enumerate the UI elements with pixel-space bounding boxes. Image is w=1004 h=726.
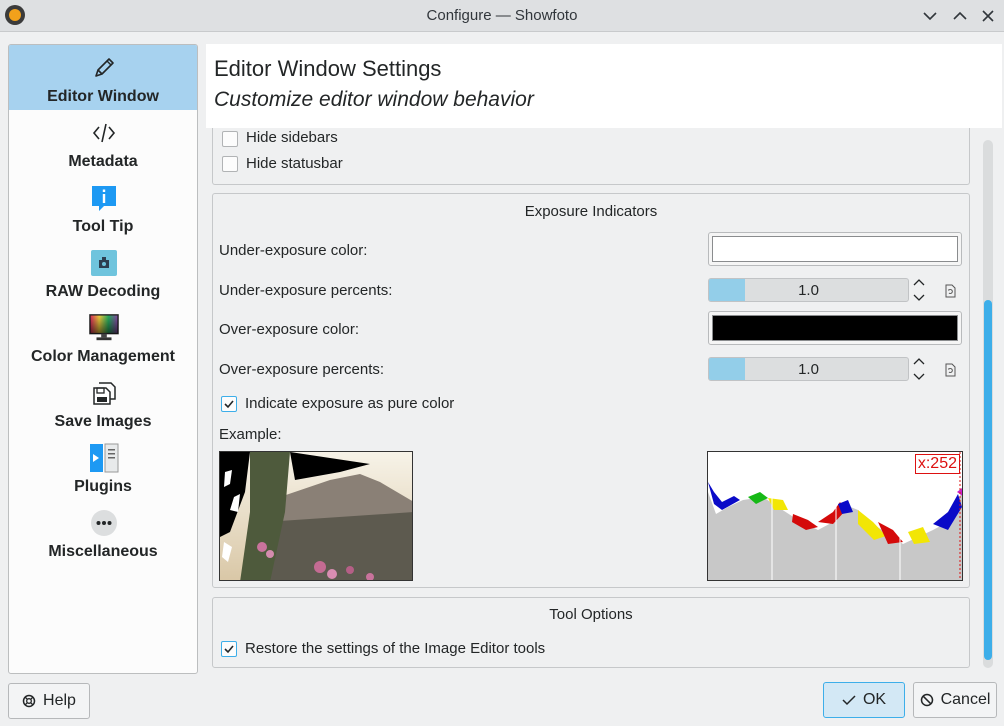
over-exposure-color-button[interactable] xyxy=(708,311,962,345)
sidebar-item-miscellaneous[interactable]: Miscellaneous xyxy=(9,500,197,565)
checkbox-label: Indicate exposure as pure color xyxy=(245,395,455,412)
checkbox-label: Restore the settings of the Image Editor… xyxy=(245,640,546,657)
plugins-icon xyxy=(89,443,119,473)
cancel-icon xyxy=(920,693,934,707)
sidebar-item-plugins[interactable]: Plugins xyxy=(9,435,197,500)
sidebar-item-label: RAW Decoding xyxy=(45,283,161,300)
page-header: Editor Window Settings Customize editor … xyxy=(206,44,1002,128)
pure-color-checkbox[interactable]: Indicate exposure as pure color xyxy=(221,395,454,412)
over-exposure-percents-label: Over-exposure percents: xyxy=(219,361,385,378)
histogram-marker: x:252 xyxy=(914,454,960,474)
restore-settings-checkbox[interactable]: Restore the settings of the Image Editor… xyxy=(221,640,545,657)
ok-button[interactable]: OK xyxy=(823,682,905,718)
window-title: Configure — Showfoto xyxy=(426,7,578,24)
tool-options-group: Tool Options xyxy=(212,597,970,668)
save-images-icon xyxy=(89,378,119,408)
slider-value: 1.0 xyxy=(798,361,819,378)
ok-button-label: OK xyxy=(862,691,887,708)
sidebar-item-label: Plugins xyxy=(74,478,132,495)
layout-group: Hide sidebars Hide statusbar xyxy=(212,128,970,185)
chevron-down-icon[interactable] xyxy=(918,4,942,28)
vertical-scrollbar[interactable] xyxy=(983,140,993,668)
checkbox-box[interactable] xyxy=(222,155,238,172)
hide-statusbar-checkbox[interactable]: Hide statusbar xyxy=(222,155,343,172)
page-subtitle: Customize editor window behavior xyxy=(214,88,534,111)
sidebar-item-label: Metadata xyxy=(68,153,138,170)
checkbox-box[interactable] xyxy=(222,131,238,147)
spin-arrows-icon[interactable] xyxy=(912,356,926,382)
sidebar-item-label: Tool Tip xyxy=(72,218,134,235)
pencil-icon xyxy=(89,53,119,83)
checkbox-label: Hide statusbar xyxy=(246,155,343,172)
sidebar-item-tool-tip[interactable]: Tool Tip xyxy=(9,175,197,240)
raw-camera-icon xyxy=(89,248,119,278)
group-title: Exposure Indicators xyxy=(524,203,658,220)
page-title: Editor Window Settings xyxy=(214,56,442,81)
color-swatch xyxy=(712,315,958,341)
sidebar-item-color-management[interactable]: Color Management xyxy=(9,305,197,370)
sidebar-item-metadata[interactable]: Metadata xyxy=(9,110,197,175)
under-exposure-color-button[interactable] xyxy=(708,232,962,266)
over-exposure-color-label: Over-exposure color: xyxy=(219,321,360,338)
slider-value: 1.0 xyxy=(798,282,819,299)
checkmark-icon xyxy=(842,694,856,706)
example-label: Example: xyxy=(219,426,282,443)
more-icon xyxy=(89,508,119,538)
color-swatch xyxy=(712,236,958,262)
cancel-button-label: Cancel xyxy=(940,691,991,708)
info-icon xyxy=(89,183,119,213)
sidebar-item-label: Color Management xyxy=(30,348,175,365)
reset-icon[interactable] xyxy=(943,363,957,377)
hide-sidebars-checkbox[interactable]: Hide sidebars xyxy=(222,131,338,147)
code-icon xyxy=(89,118,119,148)
sidebar-item-label: Miscellaneous xyxy=(48,543,158,560)
monitor-color-icon xyxy=(89,313,119,343)
sidebar-item-label: Save Images xyxy=(54,413,152,430)
over-exposure-percent-slider[interactable]: 1.0 xyxy=(708,357,909,381)
reset-icon[interactable] xyxy=(943,284,957,298)
checkbox-box[interactable] xyxy=(221,395,237,412)
sidebar-item-label: Editor Window xyxy=(47,88,159,105)
sidebar-item-save-images[interactable]: Save Images xyxy=(9,370,197,435)
checkbox-label: Hide sidebars xyxy=(246,131,338,146)
help-button-label: Help xyxy=(43,692,76,709)
scrollbar-thumb[interactable] xyxy=(984,300,992,660)
cancel-button[interactable]: Cancel xyxy=(913,682,997,718)
group-title: Tool Options xyxy=(549,606,633,623)
sidebar-item-editor-window[interactable]: Editor Window xyxy=(9,45,197,110)
config-sidebar: Editor Window Metadata Tool Tip RAW Deco… xyxy=(8,44,198,674)
histogram-preview: x:252 xyxy=(707,451,963,581)
spin-arrows-icon[interactable] xyxy=(912,277,926,303)
under-exposure-percent-slider[interactable]: 1.0 xyxy=(708,278,909,302)
title-bar: Configure — Showfoto xyxy=(0,0,1004,32)
checkbox-box[interactable] xyxy=(221,640,237,657)
help-button[interactable]: Help xyxy=(8,683,90,719)
exposure-example-image xyxy=(219,451,413,581)
sidebar-item-raw-decoding[interactable]: RAW Decoding xyxy=(9,240,197,305)
chevron-up-icon[interactable] xyxy=(948,4,972,28)
help-icon xyxy=(22,694,36,708)
close-icon[interactable] xyxy=(976,4,1000,28)
under-exposure-percents-label: Under-exposure percents: xyxy=(219,282,393,299)
under-exposure-color-label: Under-exposure color: xyxy=(219,242,368,259)
